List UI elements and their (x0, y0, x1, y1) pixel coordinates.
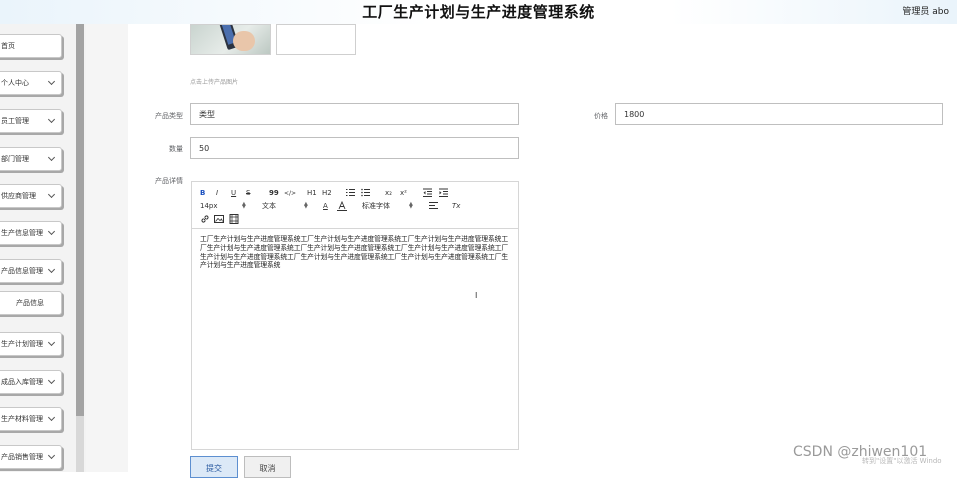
sidebar-item-label: 首页 (1, 42, 15, 50)
cancel-button[interactable]: 取消 (244, 456, 291, 478)
select-caret-icon: ▲ ▼ (409, 201, 413, 210)
bold-button[interactable]: B (200, 189, 205, 198)
heading2-button[interactable]: H2 (322, 189, 332, 198)
product-image-thumbnail[interactable] (190, 24, 271, 55)
strikethrough-button[interactable]: S (246, 189, 250, 198)
sidebar-item-label: 产品销售管理 (1, 453, 43, 461)
link-icon[interactable] (200, 214, 210, 227)
sidebar-item-production-info-management[interactable]: 生产信息管理 (0, 221, 62, 245)
price-input[interactable]: 1800 (615, 103, 943, 125)
sidebar-item-label: 生产计划管理 (1, 340, 43, 348)
subscript-button[interactable]: x₂ (385, 189, 392, 198)
font-color-button[interactable]: A (323, 202, 328, 211)
product-type-label: 产品类型 (155, 112, 183, 120)
select-caret-icon: ▲ ▼ (242, 201, 246, 210)
quantity-input[interactable]: 50 (190, 137, 519, 159)
video-icon[interactable] (229, 214, 239, 227)
align-icon[interactable] (429, 201, 438, 213)
bullet-list-icon[interactable] (361, 188, 370, 200)
app-title: 工厂生产计划与生产进度管理系统 (362, 3, 595, 21)
ordered-list-icon[interactable] (346, 188, 355, 200)
superscript-button[interactable]: x² (400, 189, 407, 198)
sidebar-item-label: 生产材料管理 (1, 415, 43, 423)
font-size-select[interactable]: 14px (200, 202, 218, 211)
rich-text-editor[interactable]: B I U S 99 </> H1 H2 x₂ x² 14px ▲ ▼ 文本 ▲ ▼… (191, 181, 519, 450)
chevron-down-icon (47, 451, 56, 460)
chevron-down-icon (47, 413, 56, 422)
image-upload-box[interactable] (276, 24, 356, 55)
heading1-button[interactable]: H1 (307, 189, 317, 198)
chevron-down-icon (47, 115, 56, 124)
sidebar-item-label: 生产信息管理 (1, 229, 43, 237)
submit-button[interactable]: 提交 (190, 456, 238, 478)
product-type-input[interactable]: 类型 (190, 103, 519, 125)
sidebar-item-department-management[interactable]: 部门管理 (0, 147, 62, 171)
editor-content[interactable]: 工厂生产计划与生产进度管理系统工厂生产计划与生产进度管理系统工厂生产计划与生产进… (200, 235, 510, 270)
select-caret-icon: ▲ ▼ (304, 201, 308, 210)
italic-button[interactable]: I (216, 189, 218, 198)
sidebar-item-employee-management[interactable]: 员工管理 (0, 109, 62, 133)
price-label: 价格 (594, 112, 608, 120)
sidebar-item-label: 供应商管理 (1, 192, 36, 200)
csdn-watermark: CSDN @zhiwen101 (793, 444, 928, 460)
chevron-down-icon (47, 338, 56, 347)
sidebar-item-finished-goods-storage[interactable]: 成品入库管理 (0, 370, 62, 394)
upload-hint: 点击上传产品图片 (190, 79, 239, 86)
sidebar: 首页 个人中心 员工管理 部门管理 供应商管理 生产信息管理 产品信息管理 产品… (0, 24, 86, 472)
sidebar-item-production-material-management[interactable]: 生产材料管理 (0, 407, 62, 431)
sidebar-item-label: 成品入库管理 (1, 378, 43, 386)
sidebar-item-label: 个人中心 (1, 79, 29, 87)
current-user-label[interactable]: 管理员 abo (902, 4, 949, 17)
blockquote-button[interactable]: 99 (269, 189, 279, 198)
indent-icon[interactable] (439, 188, 448, 200)
text-style-select[interactable]: 文本 (262, 202, 276, 211)
sidebar-item-product-sales-management[interactable]: 产品销售管理 (0, 445, 62, 469)
sidebar-item-supplier-management[interactable]: 供应商管理 (0, 184, 62, 208)
sidebar-item-product-info-management[interactable]: 产品信息管理 (0, 259, 62, 283)
chevron-down-icon (47, 77, 56, 86)
sidebar-item-label: 员工管理 (1, 117, 29, 125)
outdent-icon[interactable] (423, 188, 432, 200)
sidebar-item-home[interactable]: 首页 (0, 34, 62, 58)
hand-image (233, 31, 255, 51)
clear-format-button[interactable]: Tx (452, 202, 460, 211)
background-color-icon[interactable] (337, 200, 347, 214)
sidebar-item-label: 产品信息管理 (1, 267, 43, 275)
product-details-label: 产品详情 (155, 177, 183, 185)
sidebar-item-label: 产品信息 (16, 299, 44, 307)
editor-toolbar: B I U S 99 </> H1 H2 x₂ x² 14px ▲ ▼ 文本 ▲ ▼… (192, 182, 518, 229)
image-icon[interactable] (214, 214, 224, 227)
chevron-down-icon (47, 227, 56, 236)
font-family-select[interactable]: 标准字体 (362, 202, 390, 211)
sidebar-scrollbar[interactable] (76, 24, 84, 472)
quantity-label: 数量 (169, 145, 183, 153)
text-cursor-icon: I (475, 291, 478, 300)
chevron-down-icon (47, 190, 56, 199)
sidebar-item-production-plan-management[interactable]: 生产计划管理 (0, 332, 62, 356)
code-block-button[interactable]: </> (284, 189, 296, 198)
top-header-bar: 工厂生产计划与生产进度管理系统 管理员 abo (0, 0, 957, 24)
sidebar-item-personal-center[interactable]: 个人中心 (0, 71, 62, 95)
sidebar-subitem-product-info[interactable]: 产品信息 (0, 291, 62, 315)
chevron-down-icon (47, 153, 56, 162)
sidebar-scroll-thumb[interactable] (76, 24, 84, 416)
chevron-down-icon (47, 265, 56, 274)
sidebar-item-label: 部门管理 (1, 155, 29, 163)
underline-button[interactable]: U (231, 189, 236, 198)
chevron-down-icon (47, 376, 56, 385)
